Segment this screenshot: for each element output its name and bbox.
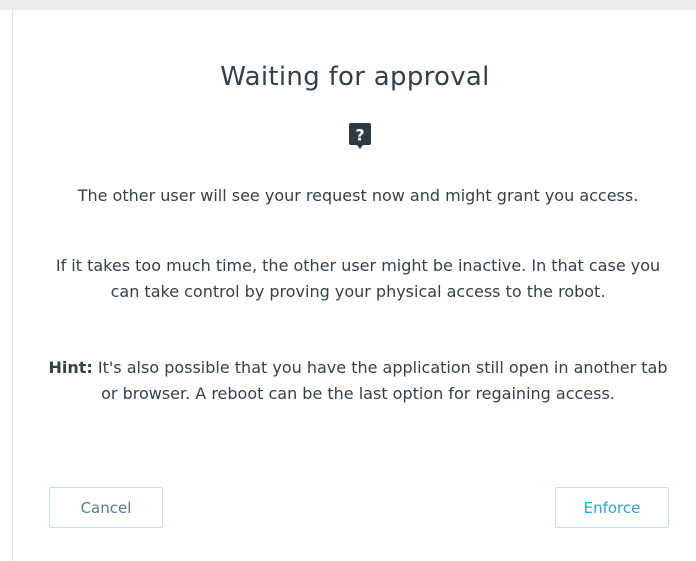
hint-label: Hint:	[48, 358, 93, 377]
cancel-button[interactable]: Cancel	[49, 487, 163, 528]
approval-dialog: Waiting for approval ? The other user wi…	[12, 10, 696, 561]
hint-body: It's also possible that you have the app…	[92, 358, 668, 403]
question-bubble-icon: ?	[348, 122, 372, 150]
enforce-button[interactable]: Enforce	[555, 487, 669, 528]
backdrop-edge	[0, 0, 696, 10]
page: Waiting for approval ? The other user wi…	[0, 0, 696, 561]
inactive-user-note: If it takes too much time, the other use…	[55, 256, 661, 301]
hint-text: Hint: It's also possible that you have t…	[43, 355, 673, 407]
svg-text:?: ?	[355, 126, 364, 145]
request-message: The other user will see your request now…	[77, 186, 639, 205]
dialog-title: Waiting for approval	[220, 62, 490, 92]
